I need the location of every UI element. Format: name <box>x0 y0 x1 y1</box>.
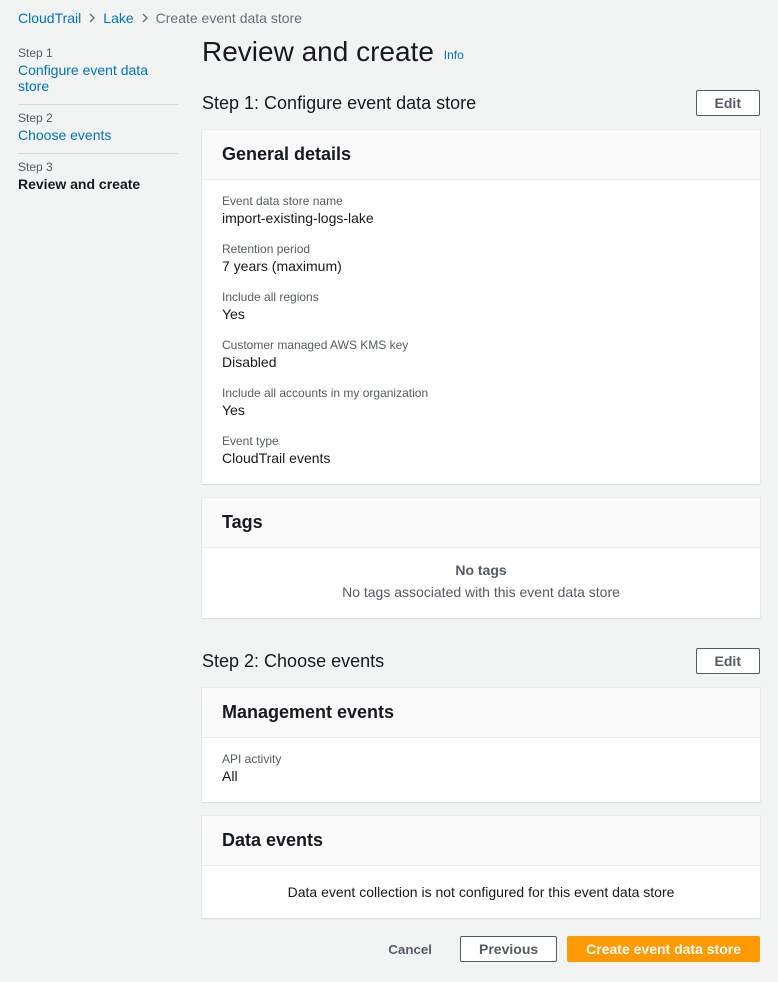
wizard-step-number: Step 2 <box>18 111 178 125</box>
breadcrumb: CloudTrail Lake Create event data store <box>0 0 778 32</box>
field-label: Event type <box>222 434 740 448</box>
tags-heading: Tags <box>222 512 740 533</box>
cancel-button[interactable]: Cancel <box>370 938 450 961</box>
chevron-right-icon <box>87 10 97 26</box>
field-value: All <box>222 768 740 784</box>
edit-step1-button[interactable]: Edit <box>696 90 760 116</box>
field-event-type: Event type CloudTrail events <box>222 434 740 466</box>
data-events-heading: Data events <box>222 830 740 851</box>
info-link[interactable]: Info <box>444 48 464 62</box>
edit-step2-button[interactable]: Edit <box>696 648 760 674</box>
field-api-activity: API activity All <box>222 752 740 784</box>
wizard-step-2[interactable]: Step 2 Choose events <box>18 105 178 154</box>
wizard-footer: Cancel Previous Create event data store <box>202 936 760 962</box>
breadcrumb-lake[interactable]: Lake <box>103 10 133 26</box>
chevron-right-icon <box>140 10 150 26</box>
general-details-panel: General details Event data store name im… <box>202 130 760 484</box>
wizard-step-1[interactable]: Step 1 Configure event data store <box>18 40 178 105</box>
field-include-all-regions: Include all regions Yes <box>222 290 740 322</box>
wizard-step-number: Step 3 <box>18 160 178 174</box>
field-include-all-accounts: Include all accounts in my organization … <box>222 386 740 418</box>
wizard-step-title[interactable]: Configure event data store <box>18 62 178 94</box>
wizard-step-3: Step 3 Review and create <box>18 154 178 202</box>
wizard-step-number: Step 1 <box>18 46 178 60</box>
field-label: API activity <box>222 752 740 766</box>
field-value: CloudTrail events <box>222 450 740 466</box>
tags-panel: Tags No tags No tags associated with thi… <box>202 498 760 618</box>
field-value: import-existing-logs-lake <box>222 210 740 226</box>
page-title: Review and create <box>202 36 434 68</box>
previous-button[interactable]: Previous <box>460 936 557 962</box>
field-label: Retention period <box>222 242 740 256</box>
tags-empty-desc: No tags associated with this event data … <box>222 584 740 600</box>
data-events-message: Data event collection is not configured … <box>202 866 760 918</box>
general-details-heading: General details <box>222 144 740 165</box>
field-label: Event data store name <box>222 194 740 208</box>
field-value: Yes <box>222 402 740 418</box>
breadcrumb-current: Create event data store <box>156 10 302 26</box>
breadcrumb-cloudtrail[interactable]: CloudTrail <box>18 10 81 26</box>
field-label: Customer managed AWS KMS key <box>222 338 740 352</box>
step1-header: Step 1: Configure event data store <box>202 93 476 114</box>
management-events-heading: Management events <box>222 702 740 723</box>
step2-header: Step 2: Choose events <box>202 651 384 672</box>
main-content: Review and create Info Step 1: Configure… <box>202 32 760 982</box>
field-value: Disabled <box>222 354 740 370</box>
field-retention-period: Retention period 7 years (maximum) <box>222 242 740 274</box>
management-events-panel: Management events API activity All <box>202 688 760 802</box>
field-kms-key: Customer managed AWS KMS key Disabled <box>222 338 740 370</box>
data-events-panel: Data events Data event collection is not… <box>202 816 760 918</box>
field-label: Include all regions <box>222 290 740 304</box>
tags-empty-title: No tags <box>222 562 740 578</box>
wizard-step-title: Review and create <box>18 176 178 192</box>
field-event-data-store-name: Event data store name import-existing-lo… <box>222 194 740 226</box>
field-value: 7 years (maximum) <box>222 258 740 274</box>
wizard-sidenav: Step 1 Configure event data store Step 2… <box>18 32 178 982</box>
create-button[interactable]: Create event data store <box>567 936 760 962</box>
wizard-step-title[interactable]: Choose events <box>18 127 178 143</box>
field-value: Yes <box>222 306 740 322</box>
field-label: Include all accounts in my organization <box>222 386 740 400</box>
